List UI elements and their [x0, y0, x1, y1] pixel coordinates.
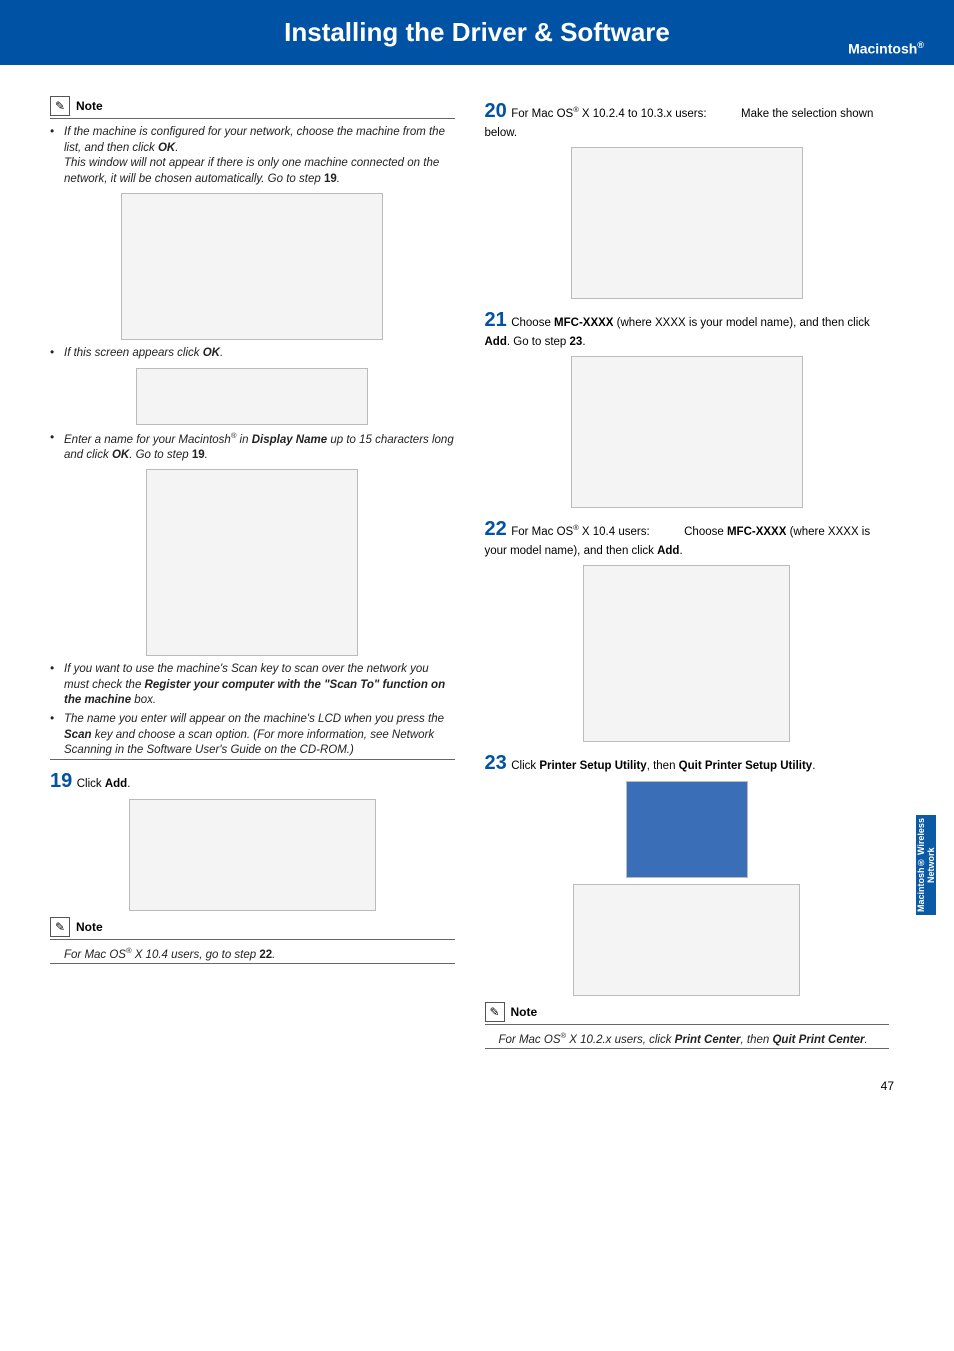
screenshot-figure [571, 147, 803, 299]
screenshot-figure [136, 368, 368, 425]
note-text: For Mac OS® X 10.4 users, go to step 22. [50, 946, 455, 963]
pencil-icon: ✎ [485, 1002, 505, 1022]
note-label: Note [76, 920, 103, 934]
page-title: Installing the Driver & Software [284, 17, 670, 48]
step-23: 23 Click Printer Setup Utility, then Qui… [485, 752, 890, 775]
note-text: The name you enter will appear on the ma… [64, 712, 455, 759]
note-text: For Mac OS® X 10.2.x users, click Print … [485, 1031, 890, 1048]
step-number: 23 [485, 752, 507, 774]
pencil-icon: ✎ [50, 917, 70, 937]
note-text: If you want to use the machine's Scan ke… [64, 662, 455, 709]
note-text: If the machine is configured for your ne… [64, 125, 455, 187]
step-21: 21 Choose MFC-XXXX (where XXXX is your m… [485, 309, 890, 350]
platform-label: Macintosh® [848, 40, 924, 57]
step-20: 20 For Mac OS® X 10.2.4 to 10.3.x users:… [485, 100, 890, 141]
screenshot-figure [583, 565, 790, 742]
note-text: Enter a name for your Macintosh® in Disp… [64, 431, 455, 464]
step-number: 22 [485, 518, 507, 540]
step-22: 22 For Mac OS® X 10.4 users: Choose MFC-… [485, 518, 890, 559]
left-column: ✎ Note • If the machine is configured fo… [50, 90, 455, 1049]
note-label: Note [76, 99, 103, 113]
section-tab: Macintosh® Wireless Network [916, 815, 936, 915]
step-number: 19 [50, 770, 72, 792]
note-text: If this screen appears click OK. [64, 346, 223, 362]
step-19: 19 Click Add. [50, 770, 455, 793]
note-header: ✎ Note [50, 917, 455, 940]
separator [485, 1048, 890, 1049]
header-bar: Installing the Driver & Software Macinto… [0, 0, 954, 65]
screenshot-figure [129, 799, 376, 911]
note-header: ✎ Note [50, 96, 455, 119]
note-label: Note [511, 1005, 538, 1019]
separator [50, 963, 455, 964]
screenshot-figure [626, 781, 748, 878]
right-column: 20 For Mac OS® X 10.2.4 to 10.3.x users:… [485, 90, 890, 1049]
screenshot-figure [121, 193, 383, 340]
screenshot-figure [573, 884, 800, 996]
screenshot-figure [146, 469, 358, 656]
step-number: 20 [485, 100, 507, 122]
pencil-icon: ✎ [50, 96, 70, 116]
screenshot-figure [571, 356, 803, 508]
note-header: ✎ Note [485, 1002, 890, 1025]
step-number: 21 [485, 309, 507, 331]
separator [50, 759, 455, 760]
page-number: 47 [0, 1069, 954, 1123]
